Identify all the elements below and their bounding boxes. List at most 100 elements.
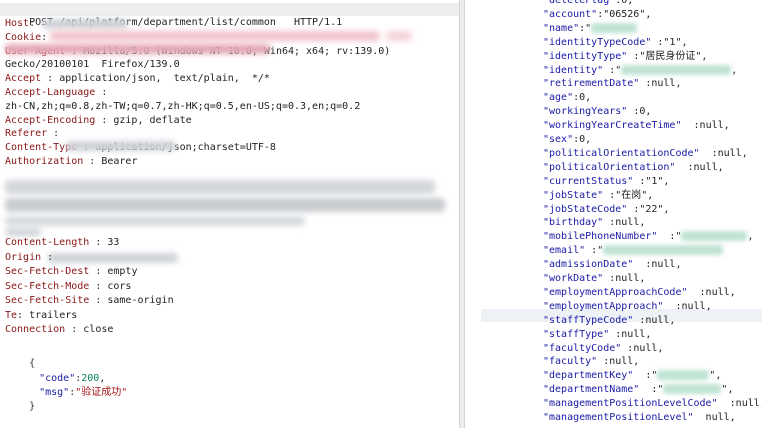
json-field-value: :null,: [687, 286, 736, 298]
header-name: Connection: [5, 324, 66, 335]
redacted-value: [591, 22, 638, 33]
header-line: Accept : application/json, text/plain, *…: [5, 73, 270, 85]
json-field-value: :null,: [633, 314, 676, 326]
request-pane[interactable]: POST /api/platform/department/list/commo…: [0, 0, 459, 428]
json-field-key: "facultyCode": [543, 342, 622, 354]
json-field-value: :"居民身份证",: [627, 50, 708, 62]
json-field-key: "identityType": [543, 50, 628, 62]
body-msg-value: "验证成功": [75, 387, 128, 398]
json-field-line: "workingYearCreateTime" :null,: [543, 119, 730, 132]
body-open-brace: {: [29, 358, 36, 369]
json-field-value: :null,: [633, 259, 682, 271]
json-field-value: :null,: [681, 120, 730, 132]
redacted-cookie: [50, 31, 380, 41]
json-field-line: "name":": [543, 22, 638, 35]
header-value: 33: [107, 237, 120, 248]
json-field-line: "politicalOrientationCode" :null,: [543, 147, 748, 160]
json-field-line: "employmentApproach" :null,: [543, 300, 712, 313]
json-field-line: "faculty" :null,: [543, 355, 639, 368]
body-close-brace: }: [29, 401, 36, 412]
header-name: Accept-Encoding: [5, 114, 96, 126]
header-line: Origin :: [5, 251, 60, 263]
json-field-value: :": [657, 231, 682, 243]
header-line: Connection : close: [5, 324, 114, 335]
header-value: same-origin: [107, 295, 174, 306]
json-field-line: "departmentName" :" ",: [543, 384, 734, 396]
request-line: POST /api/platform/department/list/commo…: [0, 3, 459, 28]
redacted-cookie-3: [386, 31, 412, 41]
json-field-value: :": [603, 64, 622, 76]
header-line: Cookie:: [5, 31, 48, 43]
json-field-value: :null,: [699, 147, 748, 159]
header-value: application/json, text/plain, */*: [59, 73, 270, 85]
body-msg-line: "msg":"验证成功": [39, 387, 128, 398]
response-pane[interactable]: "deleteFlag":0, "account":"06526", "name":…: [465, 0, 762, 428]
header-line: Te: trailers: [5, 309, 78, 321]
json-field-key: "managementPositionLevelCode": [543, 398, 718, 410]
json-field-line: "admissionDate" :null,: [543, 258, 681, 271]
json-field-line: "employmentApproachCode" :null,: [543, 286, 736, 299]
redacted-cookie-2: [5, 44, 270, 54]
header-name: Content-Length: [5, 237, 90, 248]
json-field-value: :null,: [603, 217, 646, 229]
json-field-key: "workingYearCreateTime": [543, 120, 682, 132]
header-value: trailers: [29, 309, 78, 321]
json-field-line: "retirementDate" :null,: [543, 77, 681, 90]
json-field-line: "jobStateCode" :"22",: [543, 203, 669, 216]
redacted-token-4: [5, 228, 41, 236]
json-field-key: "admissionDate": [543, 259, 634, 271]
json-field-key: "jobState": [543, 189, 604, 201]
json-field-key: "employmentApproach": [543, 300, 664, 312]
json-field-value: :null,: [603, 273, 646, 284]
redacted-value: [663, 384, 722, 395]
json-field-key: "workDate": [543, 273, 604, 284]
header-line: Host:: [5, 18, 36, 29]
json-field-key: "employmentApproachCode": [543, 286, 688, 298]
json-field-value: :null,: [621, 342, 664, 354]
header-name: Sec-Fetch-Mode: [5, 280, 90, 292]
body-code-line: "code":200,: [39, 373, 106, 384]
json-field-line: "workingYears" :0,: [543, 105, 651, 118]
header-line: Accept-Language :: [5, 87, 108, 98]
header-name: Referer: [5, 128, 48, 140]
json-field-key: "retirementDate": [543, 78, 640, 90]
json-field-value: :"1",: [651, 36, 688, 48]
header-value: empty: [107, 266, 138, 277]
json-field-key: "email": [543, 245, 586, 257]
header-line: Sec-Fetch-Site : same-origin: [5, 295, 174, 306]
redacted-value: [657, 370, 710, 381]
json-field-line: "account":"06526",: [543, 8, 651, 21]
json-field-value: :": [639, 384, 664, 396]
json-field-key: "birthday": [543, 217, 604, 229]
header-value: close: [83, 324, 114, 335]
json-field-key: "identityTypeCode": [543, 36, 652, 48]
header-name: Origin: [5, 251, 42, 263]
header-name: Host: [5, 18, 30, 29]
json-field-line: "identityType" :"居民身份证",: [543, 50, 707, 63]
header-name: Sec-Fetch-Dest: [5, 266, 90, 277]
redacted-token-3: [5, 216, 305, 226]
json-field-value: :": [579, 22, 592, 34]
json-field-key: "departmentName": [543, 384, 640, 396]
redacted-referer: [66, 141, 176, 151]
json-field-line: "managementPositionLevel" null,: [543, 411, 736, 424]
json-field-key: "departmentKey": [543, 370, 634, 382]
json-field-line: "identity" :",: [543, 64, 738, 76]
json-field-value: null,: [693, 412, 736, 423]
json-field-line: "staffTypeCode" :null,: [543, 314, 675, 327]
json-field-key: "identity": [543, 64, 604, 76]
redacted-value: [603, 245, 724, 256]
json-field-value: :"在岗",: [603, 189, 654, 201]
header-value: gzip, deflate: [113, 114, 192, 126]
header-line: Referer :: [5, 128, 66, 140]
header-name: Accept: [5, 73, 42, 85]
json-field-key: "workingYears": [543, 106, 628, 118]
json-field-line: "age":0,: [543, 91, 591, 104]
json-field-line: "departmentKey" :" ",: [543, 370, 722, 382]
header-line: Sec-Fetch-Mode : cors: [5, 280, 132, 292]
json-field-key: "staffType": [543, 328, 610, 340]
header-line: Gecko/20100101 Firefox/139.0: [5, 58, 180, 71]
json-field-line: "politicalOrientation" :null,: [543, 161, 724, 174]
json-field-value: :null,: [597, 356, 640, 368]
redacted-host: [42, 19, 128, 29]
